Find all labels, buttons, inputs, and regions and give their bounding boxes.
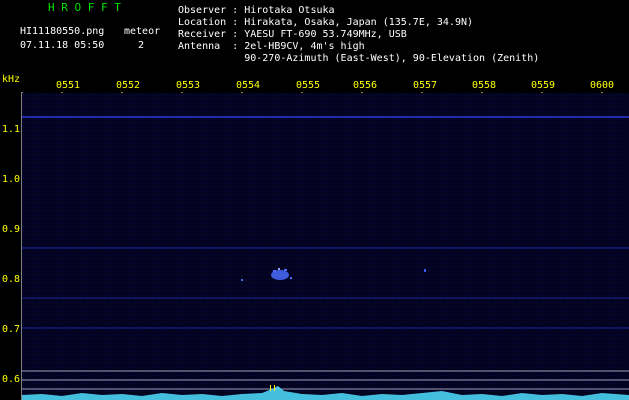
meteor-marker-a <box>270 385 271 391</box>
spectrogram <box>22 93 629 400</box>
meteor-marker-b <box>274 385 275 391</box>
spectrogram-canvas <box>22 93 629 400</box>
noise-background <box>22 93 629 400</box>
meteor-echo-2 <box>424 269 426 272</box>
